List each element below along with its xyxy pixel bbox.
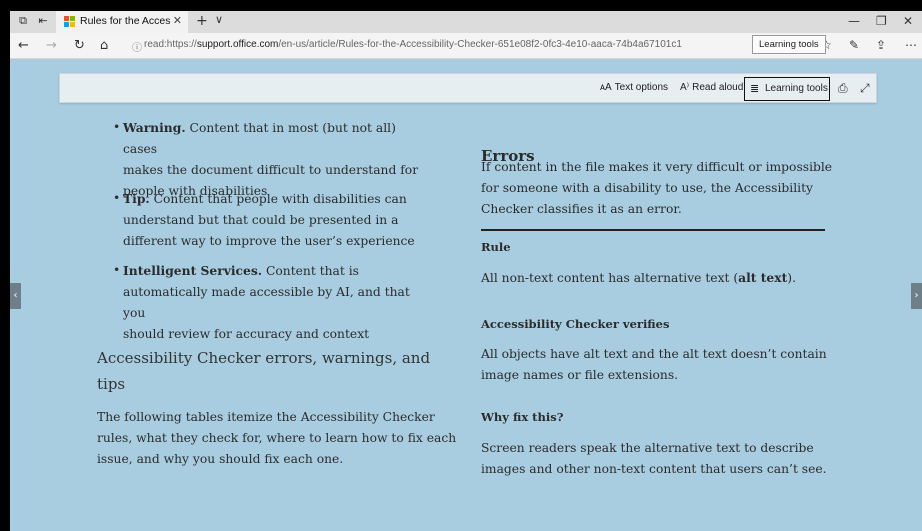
read-aloud-button[interactable]: A⁾ Read aloud [680, 82, 743, 93]
text-options-icon: ᴀA [600, 82, 612, 93]
tab-bar: ⧉ ⇤ Rules for the Accessibili ✕ + ∨ — ❐ … [10, 11, 922, 33]
restore-icon[interactable]: ❐ [876, 14, 887, 28]
text-options-button[interactable]: ᴀA Text options [600, 82, 668, 93]
refresh-icon[interactable]: ↻ [74, 38, 85, 53]
rule-label: Rule [481, 240, 511, 254]
window-close-icon[interactable]: ✕ [903, 14, 913, 28]
learning-tools-icon: ≣ [750, 82, 760, 95]
new-tab-icon[interactable]: + [196, 13, 208, 29]
bullet-tip: • Tip. Content that people with disabilit… [113, 191, 415, 248]
close-icon[interactable]: ✕ [173, 14, 182, 27]
forward-icon[interactable]: → [46, 38, 57, 53]
tab-title: Rules for the Accessibili [80, 15, 170, 27]
back-icon[interactable]: ← [18, 38, 29, 53]
info-icon[interactable]: ⓘ [132, 39, 142, 54]
minimize-icon[interactable]: — [848, 14, 860, 28]
chevron-down-icon[interactable]: ∨ [215, 13, 223, 26]
why-text: Screen readers speak the alternative tex… [481, 441, 827, 476]
errors-paragraph: If content in the file makes it very dif… [481, 160, 833, 216]
chevron-left-icon[interactable]: ‹ [10, 283, 21, 309]
why-label: Why fix this? [481, 410, 564, 424]
divider [481, 229, 825, 231]
verifies-label: Accessibility Checker verifies [481, 317, 670, 331]
browser-window: ⧉ ⇤ Rules for the Accessibili ✕ + ∨ — ❐ … [10, 11, 922, 531]
bullet-intelligent-services: • Intelligent Services. Content that is a… [113, 263, 410, 341]
home-icon[interactable]: ⌂ [100, 38, 108, 53]
section-heading: Accessibility Checker errors, warnings, … [97, 349, 431, 393]
verifies-text: All objects have alt text and the alt te… [481, 347, 827, 382]
pen-icon[interactable]: ✎ [849, 38, 859, 52]
tab-active[interactable]: Rules for the Accessibili ✕ [56, 11, 188, 33]
reader-toolbar: ᴀA Text options A⁾ Read aloud ≣ Learning t… [59, 73, 877, 103]
chevron-right-icon[interactable]: › [911, 283, 922, 309]
set-aside-icon[interactable]: ⇤ [36, 14, 50, 28]
read-aloud-icon: A⁾ [680, 82, 690, 93]
print-icon[interactable]: ⎙ [838, 81, 848, 96]
url-field[interactable]: read:https://support.office.com/en-us/ar… [144, 39, 682, 50]
microsoft-logo-icon [64, 16, 75, 27]
fullscreen-icon[interactable]: ⤢ [860, 81, 870, 96]
share-icon[interactable]: ⇪ [876, 38, 886, 52]
tooltip: Learning tools [752, 35, 826, 54]
intro-paragraph: The following tables itemize the Accessi… [97, 410, 457, 466]
rule-text: All non-text content has alternative tex… [481, 270, 796, 285]
more-icon[interactable]: ⋯ [905, 38, 917, 52]
learning-tools-button[interactable]: ≣ Learning tools [744, 77, 830, 101]
tab-actions-icon[interactable]: ⧉ [16, 14, 30, 28]
